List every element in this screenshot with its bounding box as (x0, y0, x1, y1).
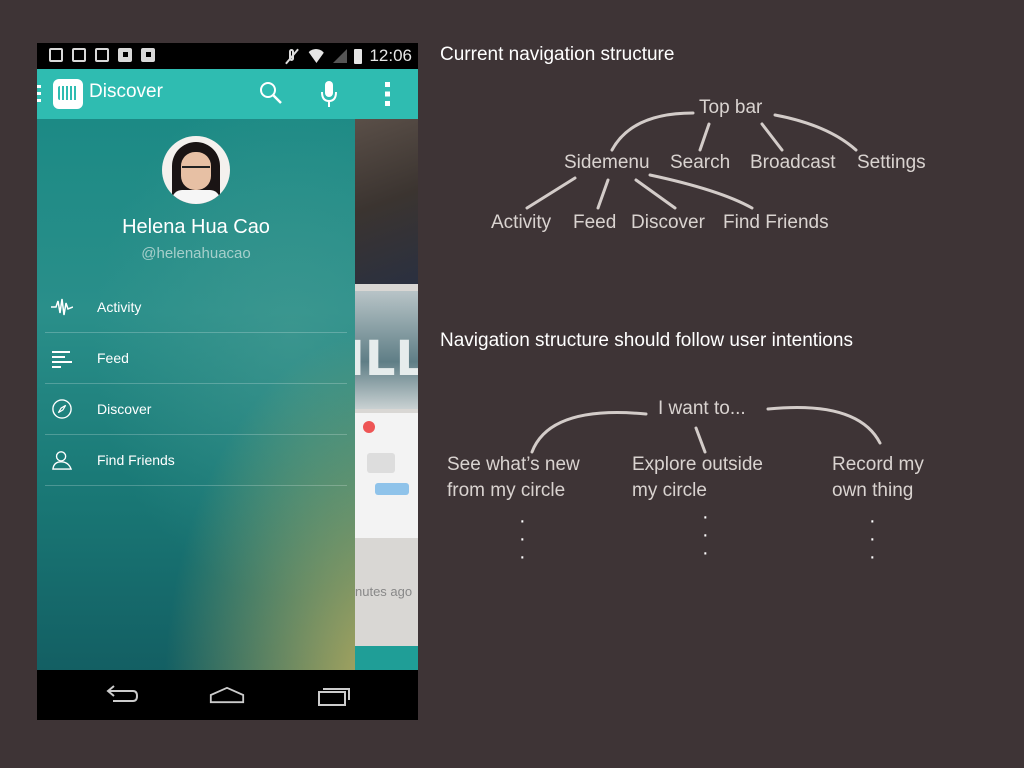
feed-image (355, 119, 418, 284)
node-discover: Discover (631, 212, 705, 233)
sidebar-item-discover[interactable]: Discover (45, 384, 347, 435)
user-name: Helena Hua Cao (122, 216, 270, 238)
chat-bubble (367, 453, 395, 473)
sidebar-item-find-friends[interactable]: Find Friends (45, 435, 347, 486)
compass-icon (52, 399, 72, 419)
user-handle: @helenahuacao (141, 245, 251, 262)
clock: 12:06 (369, 46, 412, 65)
android-nav-bar (37, 670, 418, 720)
feed-card (355, 413, 418, 538)
branch-explore-outside-line2: my circle (632, 480, 707, 501)
heading-current-structure: Current navigation structure (440, 44, 675, 65)
record-icon (363, 421, 375, 433)
app-bar-title: Discover (89, 81, 163, 102)
node-broadcast: Broadcast (750, 152, 836, 173)
chat-bubble (375, 483, 409, 495)
side-menu-list: Activity Feed Discover Find Friends (45, 282, 347, 486)
image-icon (95, 48, 109, 62)
record-bar (355, 646, 418, 670)
back-icon[interactable] (103, 683, 139, 707)
app-bar: Discover (37, 69, 418, 119)
download-icon (72, 48, 86, 62)
branch-record-line2: own thing (832, 480, 914, 501)
sidebar-item-label: Find Friends (97, 452, 175, 468)
branch-see-whats-new-line1: See what’s new (447, 454, 580, 475)
ellipsis-dots: · · · (702, 506, 709, 564)
notification-icons (49, 48, 155, 62)
sidebar-item-activity[interactable]: Activity (45, 282, 347, 333)
person-icon (52, 451, 73, 470)
signal-icon (333, 49, 348, 63)
recent-apps-icon[interactable] (317, 683, 353, 707)
battery-icon (354, 48, 363, 64)
node-sidemenu: Sidemenu (564, 152, 650, 173)
node-search: Search (670, 152, 731, 173)
sidebar-item-feed[interactable]: Feed (45, 333, 347, 384)
system-status: 12:06 (285, 46, 412, 66)
activity-waveform-icon (51, 298, 73, 316)
app-logo-icon[interactable] (53, 79, 83, 109)
status-bar: 12:06 (37, 43, 418, 69)
node-feed: Feed (573, 212, 617, 233)
menu-dots-icon[interactable] (37, 85, 41, 103)
avatar[interactable] (162, 136, 230, 204)
sidebar-item-label: Feed (97, 350, 129, 366)
bag-icon (118, 48, 132, 62)
search-icon[interactable] (259, 81, 283, 105)
home-icon[interactable] (209, 683, 245, 707)
feed-timestamp: nutes ago (355, 584, 413, 599)
heading-proposed-structure: Navigation structure should follow user … (440, 330, 853, 351)
node-i-want-to: I want to... (658, 398, 746, 419)
sidebar-item-label: Activity (97, 299, 142, 315)
mute-icon (285, 48, 299, 64)
notification-icon (49, 48, 63, 62)
node-top-bar: Top bar (699, 97, 763, 118)
branch-see-whats-new-line2: from my circle (447, 480, 566, 501)
sidebar-item-label: Discover (97, 401, 152, 417)
phone-screenshot: 12:06 Discover ILL nutes ago Helena Hua … (37, 43, 418, 720)
branch-explore-outside-line1: Explore outside (632, 454, 763, 475)
background-feed: ILL nutes ago (355, 119, 418, 670)
ellipsis-dots: · · · (869, 510, 876, 568)
branch-record-line1: Record my (832, 454, 924, 475)
overflow-menu-icon[interactable] (385, 82, 390, 106)
feed-lines-icon (52, 351, 72, 368)
node-settings: Settings (857, 152, 926, 173)
wifi-icon (306, 49, 326, 63)
play-store-icon (141, 48, 155, 62)
node-activity: Activity (491, 212, 552, 233)
node-find-friends: Find Friends (723, 212, 829, 233)
side-menu-drawer: Helena Hua Cao @helenahuacao Activity Fe… (37, 119, 355, 670)
feed-image: ILL (355, 291, 418, 409)
microphone-icon[interactable] (321, 80, 337, 108)
ellipsis-dots: · · · (519, 510, 526, 568)
